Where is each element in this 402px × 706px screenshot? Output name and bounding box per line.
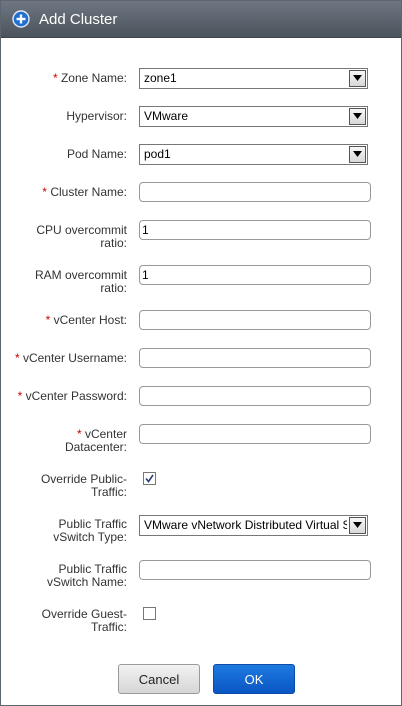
override-public-label-line1: Override Public- — [40, 472, 127, 486]
public-vswitch-name-input[interactable] — [139, 560, 371, 580]
cluster-name-label-text: Cluster Name: — [50, 185, 127, 199]
ram-overcommit-label: RAM overcommit ratio: — [1, 269, 127, 295]
chevron-down-icon[interactable] — [349, 108, 366, 125]
add-cluster-dialog: Add Cluster * Zone Name: zone1 Hyperviso… — [0, 0, 402, 706]
required-mark: * — [76, 427, 82, 441]
public-vswitch-type-value: VMware vNetwork Distributed Virtual Swit… — [144, 518, 347, 532]
chevron-down-icon[interactable] — [349, 146, 366, 163]
vcenter-host-input[interactable] — [139, 310, 371, 330]
hypervisor-value: VMware — [144, 109, 189, 123]
vcenter-username-input[interactable] — [139, 348, 371, 368]
vcenter-username-label-text: vCenter Username: — [22, 351, 127, 365]
zone-name-label: * Zone Name: — [1, 72, 127, 85]
ok-button[interactable]: OK — [213, 664, 295, 694]
required-mark: * — [14, 351, 20, 365]
ram-overcommit-input[interactable] — [139, 265, 371, 285]
cluster-name-label: * Cluster Name: — [1, 186, 127, 199]
pod-name-select[interactable]: pod1 — [139, 144, 368, 165]
vcenter-datacenter-input[interactable] — [139, 424, 371, 444]
hypervisor-select[interactable]: VMware — [139, 106, 368, 127]
public-vswitch-type-label-line1: Public Traffic — [58, 517, 127, 531]
override-public-checkbox[interactable] — [143, 472, 156, 485]
ram-overcommit-label-line1: RAM overcommit — [34, 268, 127, 282]
chevron-down-icon[interactable] — [349, 70, 366, 87]
dialog-titlebar: Add Cluster — [1, 1, 401, 38]
cpu-overcommit-label-line1: CPU overcommit — [36, 223, 127, 237]
checkmark-icon — [145, 474, 154, 483]
pod-name-value: pod1 — [144, 147, 171, 161]
zone-name-label-text: Zone Name: — [60, 71, 127, 85]
public-vswitch-type-label: Public Traffic vSwitch Type: — [1, 518, 127, 544]
zone-name-select[interactable]: zone1 — [139, 68, 368, 89]
vcenter-datacenter-label-line2: Datacenter: — [64, 440, 127, 454]
override-guest-checkbox[interactable] — [143, 607, 156, 620]
required-mark: * — [45, 313, 51, 327]
public-vswitch-name-label-line2: vSwitch Name: — [46, 575, 127, 589]
vcenter-datacenter-label: * vCenter Datacenter: — [1, 428, 127, 454]
override-public-label-line2: Traffic: — [90, 485, 127, 499]
ram-overcommit-label-line2: ratio: — [100, 281, 127, 295]
pod-name-label: Pod Name: — [66, 147, 127, 161]
public-vswitch-name-label: Public Traffic vSwitch Name: — [1, 563, 127, 589]
form-body: * Zone Name: zone1 Hypervisor: VMware Po… — [1, 38, 401, 705]
override-public-label: Override Public- Traffic: — [1, 473, 127, 499]
override-guest-label-line2: Traffic: — [90, 620, 127, 634]
vcenter-password-input[interactable] — [139, 386, 371, 406]
required-mark: * — [17, 389, 23, 403]
cpu-overcommit-label-line2: ratio: — [100, 236, 127, 250]
cluster-name-input[interactable] — [139, 182, 371, 202]
override-guest-label: Override Guest- Traffic: — [1, 608, 127, 634]
public-vswitch-name-label-line1: Public Traffic — [58, 562, 127, 576]
vcenter-password-label: * vCenter Password: — [1, 389, 127, 403]
public-vswitch-type-select[interactable]: VMware vNetwork Distributed Virtual Swit… — [139, 515, 368, 536]
chevron-down-icon[interactable] — [349, 517, 366, 534]
public-vswitch-type-label-line2: vSwitch Type: — [53, 530, 127, 544]
cpu-overcommit-label: CPU overcommit ratio: — [1, 224, 127, 250]
vcenter-password-label-text: vCenter Password: — [25, 389, 127, 403]
required-mark: * — [42, 185, 47, 199]
dialog-title: Add Cluster — [39, 11, 118, 28]
add-circle-icon — [12, 10, 30, 28]
override-guest-label-line1: Override Guest- — [41, 607, 127, 621]
cpu-overcommit-input[interactable] — [139, 220, 371, 240]
cancel-button[interactable]: Cancel — [118, 664, 200, 694]
vcenter-host-label-text: vCenter Host: — [53, 313, 127, 327]
dialog-footer: Cancel OK — [1, 657, 401, 705]
vcenter-datacenter-label-line1: vCenter — [84, 427, 127, 441]
vcenter-username-label: * vCenter Username: — [1, 351, 127, 365]
hypervisor-label: Hypervisor: — [66, 109, 127, 123]
zone-name-value: zone1 — [144, 71, 177, 85]
vcenter-host-label: * vCenter Host: — [1, 314, 127, 327]
required-mark: * — [52, 71, 58, 85]
